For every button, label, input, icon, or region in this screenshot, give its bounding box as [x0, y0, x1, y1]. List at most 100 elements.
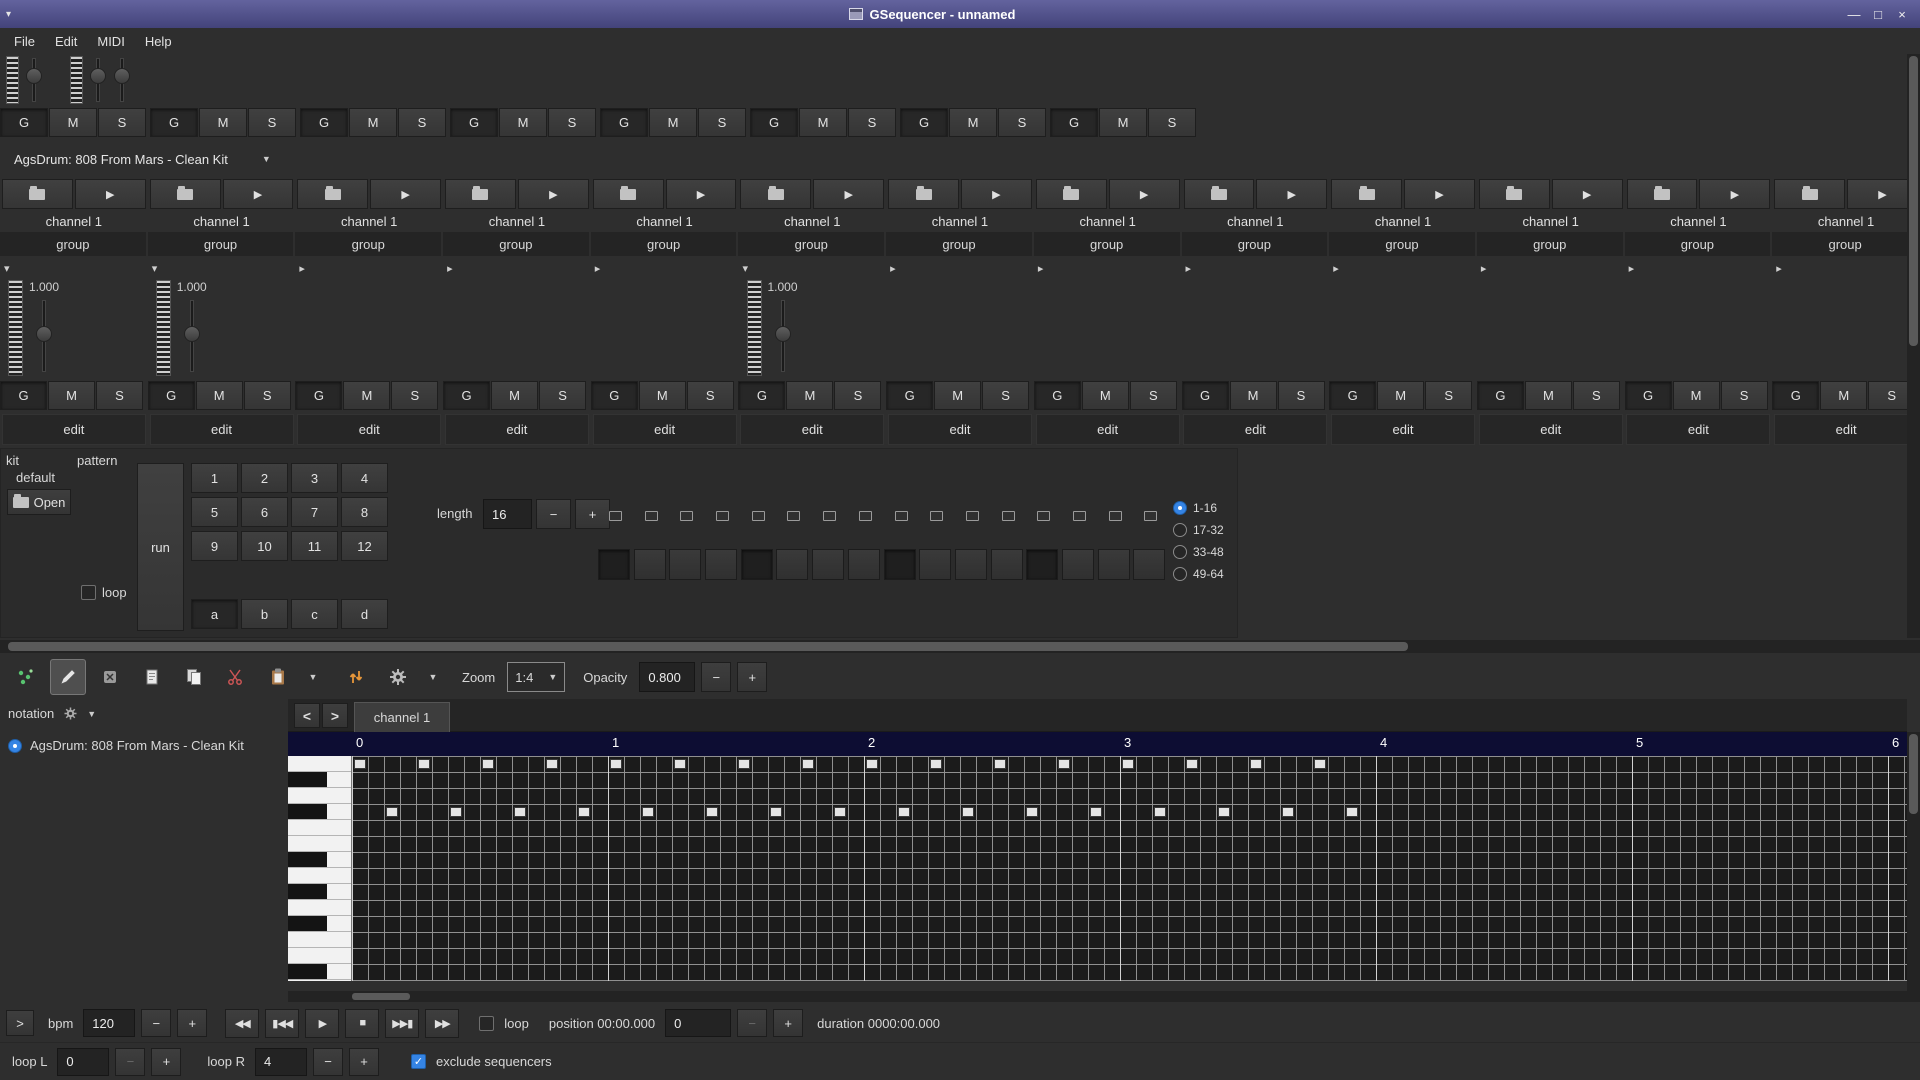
- opacity-increment-button[interactable]: +: [737, 662, 767, 692]
- group-toggle-button[interactable]: G: [150, 108, 198, 137]
- solo-toggle-button[interactable]: S: [1148, 108, 1196, 137]
- mute-toggle-button[interactable]: M: [48, 381, 95, 410]
- loop-l-increment-button[interactable]: +: [151, 1048, 181, 1076]
- note-block[interactable]: [1026, 807, 1038, 817]
- backward-button[interactable]: ◀◀: [225, 1009, 259, 1038]
- solo-toggle-button[interactable]: S: [1130, 381, 1177, 410]
- position-tool-button[interactable]: [8, 659, 44, 695]
- group-toggle-button[interactable]: G: [1329, 381, 1376, 410]
- pattern-step-pad[interactable]: [705, 549, 737, 580]
- transport-loop-checkbox[interactable]: [479, 1016, 494, 1031]
- opacity-input[interactable]: 0.800: [639, 662, 695, 692]
- note-block[interactable]: [1218, 807, 1230, 817]
- edit-button[interactable]: edit: [1774, 414, 1918, 445]
- pattern-step-pad[interactable]: [848, 549, 880, 580]
- solo-toggle-button[interactable]: S: [1278, 381, 1325, 410]
- scrollbar-thumb[interactable]: [8, 642, 1408, 651]
- tab-channel-1[interactable]: channel 1: [354, 702, 450, 732]
- bank-button[interactable]: 3: [291, 463, 338, 493]
- mute-toggle-button[interactable]: M: [649, 108, 697, 137]
- slider-knob[interactable]: [114, 68, 130, 84]
- scrollbar-thumb[interactable]: [1909, 734, 1918, 814]
- note-block[interactable]: [418, 759, 430, 769]
- note-block[interactable]: [962, 807, 974, 817]
- play-machine-button[interactable]: ▶: [370, 179, 441, 209]
- edit-button[interactable]: edit: [888, 414, 1032, 445]
- paste-button[interactable]: [260, 659, 296, 695]
- opacity-decrement-button[interactable]: −: [701, 662, 731, 692]
- solo-toggle-button[interactable]: S: [1573, 381, 1620, 410]
- position-decrement-button[interactable]: −: [737, 1009, 767, 1037]
- edit-button[interactable]: edit: [1183, 414, 1327, 445]
- play-machine-button[interactable]: ▶: [666, 179, 737, 209]
- paste-options-button[interactable]: ▼: [302, 659, 324, 695]
- edit-button[interactable]: edit: [150, 414, 294, 445]
- solo-toggle-button[interactable]: S: [1721, 381, 1768, 410]
- offset-radio[interactable]: [1173, 545, 1187, 559]
- bank-letter-button[interactable]: b: [241, 599, 288, 629]
- note-block[interactable]: [802, 759, 814, 769]
- group-toggle-button[interactable]: G: [0, 381, 47, 410]
- edit-button[interactable]: edit: [297, 414, 441, 445]
- group-toggle-button[interactable]: G: [295, 381, 342, 410]
- machines-horizontal-scrollbar[interactable]: [0, 640, 1920, 653]
- bpm-increment-button[interactable]: +: [177, 1009, 207, 1037]
- loop-r-decrement-button[interactable]: −: [313, 1048, 343, 1076]
- bpm-input[interactable]: 120: [83, 1009, 135, 1037]
- machine-selector-icon[interactable]: [63, 706, 78, 721]
- solo-toggle-button[interactable]: S: [539, 381, 586, 410]
- mute-toggle-button[interactable]: M: [799, 108, 847, 137]
- mute-toggle-button[interactable]: M: [199, 108, 247, 137]
- note-block[interactable]: [930, 759, 942, 769]
- edit-tool-button[interactable]: [50, 659, 86, 695]
- slider-knob[interactable]: [36, 326, 52, 342]
- bank-button[interactable]: 9: [191, 531, 238, 561]
- mute-toggle-button[interactable]: M: [491, 381, 538, 410]
- note-block[interactable]: [1154, 807, 1166, 817]
- offset-option[interactable]: 1-16: [1173, 501, 1224, 515]
- open-drum-kit-button[interactable]: [297, 179, 368, 209]
- group-toggle-button[interactable]: G: [886, 381, 933, 410]
- group-toggle-button[interactable]: G: [1034, 381, 1081, 410]
- solo-toggle-button[interactable]: S: [391, 381, 438, 410]
- machine-radio[interactable]: [8, 739, 22, 753]
- note-block[interactable]: [1186, 759, 1198, 769]
- open-drum-kit-button[interactable]: [1479, 179, 1550, 209]
- expand-arrow-icon[interactable]: ▸: [447, 262, 453, 275]
- window-menu-icon[interactable]: ▾: [6, 9, 22, 20]
- mute-toggle-button[interactable]: M: [499, 108, 547, 137]
- scrollbar-thumb[interactable]: [1909, 56, 1918, 346]
- note-block[interactable]: [1314, 759, 1326, 769]
- bank-button[interactable]: 4: [341, 463, 388, 493]
- open-drum-kit-button[interactable]: [888, 179, 959, 209]
- machine-name-combo[interactable]: AgsDrum: 808 From Mars - Clean Kit ▼: [6, 146, 279, 172]
- expand-arrow-icon[interactable]: ▸: [1038, 262, 1044, 275]
- bank-button[interactable]: 12: [341, 531, 388, 561]
- bank-button[interactable]: 7: [291, 497, 338, 527]
- solo-toggle-button[interactable]: S: [998, 108, 1046, 137]
- mute-toggle-button[interactable]: M: [1082, 381, 1129, 410]
- pattern-step-pad[interactable]: [634, 549, 666, 580]
- volume-slider[interactable]: [112, 56, 132, 104]
- solo-toggle-button[interactable]: S: [848, 108, 896, 137]
- note-block[interactable]: [1282, 807, 1294, 817]
- offset-option[interactable]: 49-64: [1173, 567, 1224, 581]
- note-block[interactable]: [994, 759, 1006, 769]
- solo-toggle-button[interactable]: S: [834, 381, 881, 410]
- open-drum-kit-button[interactable]: [150, 179, 221, 209]
- bank-button[interactable]: 6: [241, 497, 288, 527]
- edit-button[interactable]: edit: [1331, 414, 1475, 445]
- volume-slider[interactable]: [772, 298, 794, 374]
- editor-horizontal-scrollbar[interactable]: [288, 991, 1907, 1002]
- position-input[interactable]: 0: [665, 1009, 731, 1037]
- minimize-button[interactable]: —: [1842, 4, 1866, 24]
- volume-slider[interactable]: [88, 56, 108, 104]
- mute-toggle-button[interactable]: M: [949, 108, 997, 137]
- prev-tab-button[interactable]: <: [294, 703, 320, 728]
- solo-toggle-button[interactable]: S: [96, 381, 143, 410]
- expand-arrow-icon[interactable]: ▸: [1481, 262, 1487, 275]
- next-tab-button[interactable]: >: [322, 703, 348, 728]
- group-toggle-button[interactable]: G: [1182, 381, 1229, 410]
- pattern-step-pad[interactable]: [812, 549, 844, 580]
- mute-toggle-button[interactable]: M: [1099, 108, 1147, 137]
